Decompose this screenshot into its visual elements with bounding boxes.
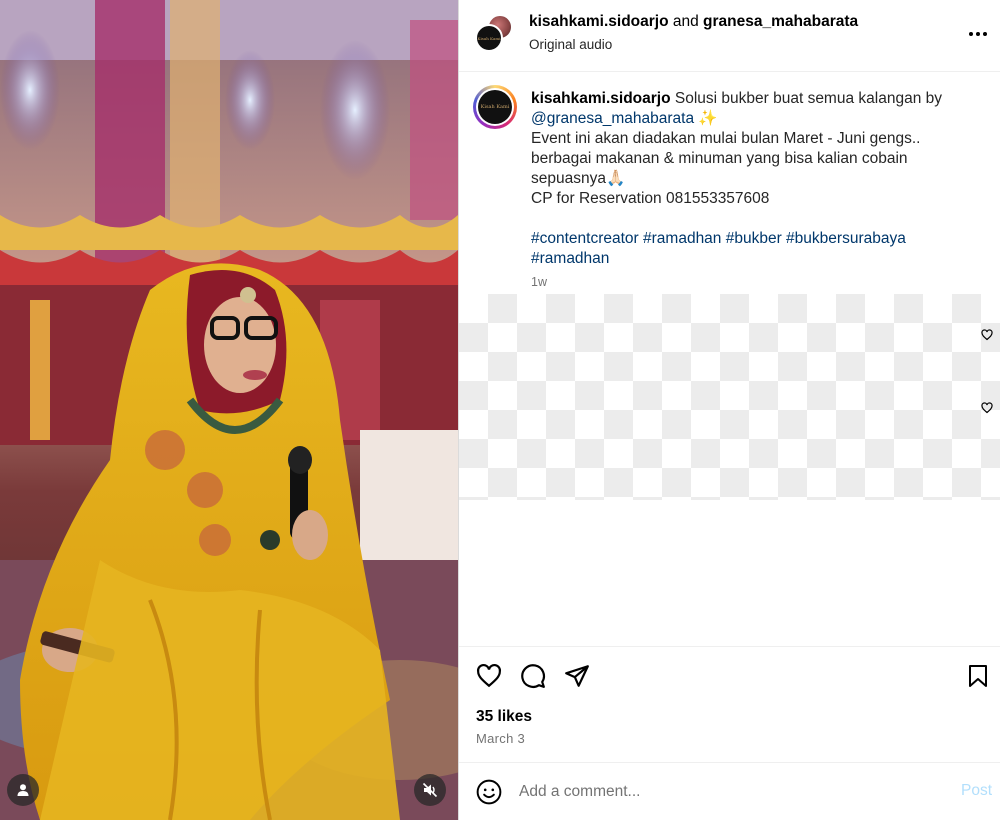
video-frame-image	[0, 0, 458, 820]
mute-button[interactable]	[414, 774, 446, 806]
emoji-button[interactable]	[475, 778, 503, 806]
tagged-user-button[interactable]	[7, 774, 39, 806]
post-header: Kisah Kami kisahkami.sidoarjo and granes…	[459, 0, 1000, 72]
like-button[interactable]	[475, 662, 503, 690]
post-caption: Kisah Kami kisahkami.sidoarjo Solusi buk…	[459, 72, 1000, 294]
author-link-1[interactable]: kisahkami.sidoarjo	[529, 13, 669, 30]
author-joiner: and	[668, 13, 704, 30]
comment-bar: Post	[459, 762, 1000, 820]
user-icon	[17, 784, 29, 796]
caption-avatar[interactable]: Kisah Kami	[473, 85, 517, 129]
caption-line2: Event ini akan diadakan mulai bulan Mare…	[531, 130, 921, 147]
save-button[interactable]	[964, 662, 992, 690]
more-horizontal-icon	[969, 32, 987, 36]
post-date[interactable]: March 3	[476, 731, 525, 746]
heart-icon	[981, 402, 993, 414]
caption-mention[interactable]: @granesa_mahabarata	[531, 110, 694, 127]
caption-line5: CP for Reservation 081553357608	[531, 190, 770, 207]
share-button[interactable]	[563, 662, 591, 690]
caption-username[interactable]: kisahkami.sidoarjo	[531, 90, 671, 107]
post-media-video[interactable]	[0, 0, 458, 820]
post-side-panel: Kisah Kami kisahkami.sidoarjo and granes…	[459, 0, 1000, 820]
speaker-muted-icon	[422, 782, 438, 798]
caption-avatar-logo-text: Kisah Kami	[480, 104, 510, 110]
bookmark-icon	[969, 665, 987, 687]
emoji-icon	[476, 779, 502, 805]
caption-line1: Solusi bukber buat semua kalangan by	[670, 90, 942, 107]
collab-avatars[interactable]: Kisah Kami	[475, 14, 515, 54]
comment-like-button[interactable]	[980, 328, 994, 342]
share-icon	[565, 665, 589, 687]
caption-hashtags-2[interactable]: #ramadhan	[531, 249, 976, 269]
more-options-button[interactable]	[966, 22, 990, 46]
comment-input[interactable]	[519, 780, 919, 804]
header-text: kisahkami.sidoarjo and granesa_mahabarat…	[529, 13, 858, 52]
heart-icon	[981, 329, 993, 341]
caption-line3: berbagai makanan & minuman yang bisa kal…	[531, 150, 908, 167]
avatar-kisahkami[interactable]: Kisah Kami	[475, 24, 503, 52]
caption-text: kisahkami.sidoarjo Solusi bukber buat se…	[531, 89, 976, 269]
caption-timestamp[interactable]: 1w	[531, 275, 547, 289]
heart-icon	[477, 663, 501, 688]
post-comment-button[interactable]: Post	[961, 782, 992, 800]
header-authors: kisahkami.sidoarjo and granesa_mahabarat…	[529, 13, 858, 31]
comment-button[interactable]	[519, 662, 547, 690]
likes-count[interactable]: 35 likes	[476, 708, 532, 726]
avatar-logo-text: Kisah Kami	[477, 35, 501, 41]
author-link-2[interactable]: granesa_mahabarata	[703, 13, 858, 30]
comments-loading-placeholder	[459, 294, 1000, 500]
comment-icon	[521, 664, 545, 688]
caption-line4: sepuasnya🙏🏻	[531, 170, 626, 187]
post-actions: 35 likes March 3	[459, 646, 1000, 762]
comment-like-button[interactable]	[980, 401, 994, 415]
caption-hashtags-1[interactable]: #contentcreator #ramadhan #bukber #bukbe…	[531, 229, 976, 249]
audio-link[interactable]: Original audio	[529, 37, 858, 52]
caption-sparkle: ✨	[694, 110, 718, 127]
